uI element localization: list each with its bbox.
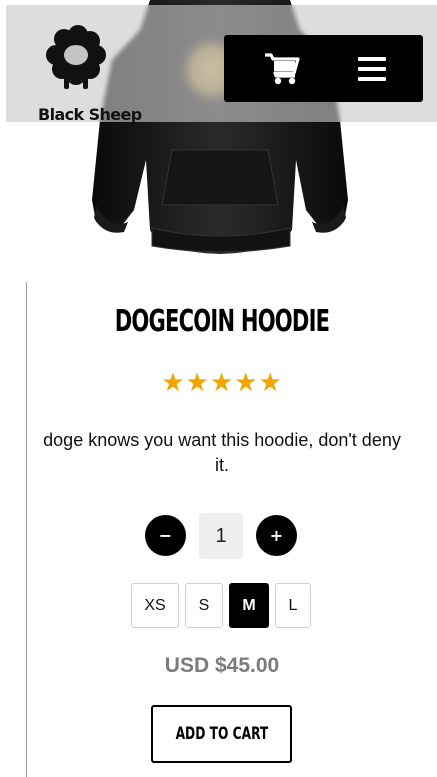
site-header: Black Sheep bbox=[6, 5, 437, 124]
sheep-logo-icon bbox=[46, 25, 106, 89]
cart-button[interactable] bbox=[242, 35, 322, 102]
product-price: USD $45.00 bbox=[164, 654, 280, 677]
add-to-cart-label: ADD TO CART bbox=[175, 724, 268, 744]
product-details: DOGECOIN HOODIE ★★★★★ doge knows you wan… bbox=[26, 282, 437, 777]
header-nav bbox=[224, 35, 423, 102]
increase-quantity-button[interactable]: + bbox=[256, 515, 297, 556]
size-selector: XS S M L bbox=[27, 583, 417, 629]
size-option-xs[interactable]: XS bbox=[131, 583, 179, 628]
menu-button[interactable] bbox=[332, 35, 412, 102]
decrease-quantity-button[interactable]: − bbox=[145, 515, 186, 556]
quantity-stepper: − 1 + bbox=[27, 513, 417, 559]
size-option-s[interactable]: S bbox=[185, 583, 223, 628]
product-description: doge knows you want this hoodie, don't d… bbox=[43, 430, 401, 475]
hamburger-menu-icon bbox=[358, 56, 386, 81]
brand-logo[interactable]: Black Sheep bbox=[20, 23, 142, 124]
size-option-l[interactable]: L bbox=[275, 583, 311, 628]
shopping-cart-icon bbox=[265, 52, 300, 84]
brand-name: Black Sheep bbox=[38, 105, 142, 124]
add-to-cart-button[interactable]: ADD TO CART bbox=[151, 705, 292, 763]
quantity-value[interactable]: 1 bbox=[199, 513, 243, 559]
size-option-m[interactable]: M bbox=[229, 583, 269, 628]
product-title: DOGECOIN HOODIE bbox=[114, 304, 330, 339]
rating-stars: ★★★★★ bbox=[161, 368, 283, 398]
